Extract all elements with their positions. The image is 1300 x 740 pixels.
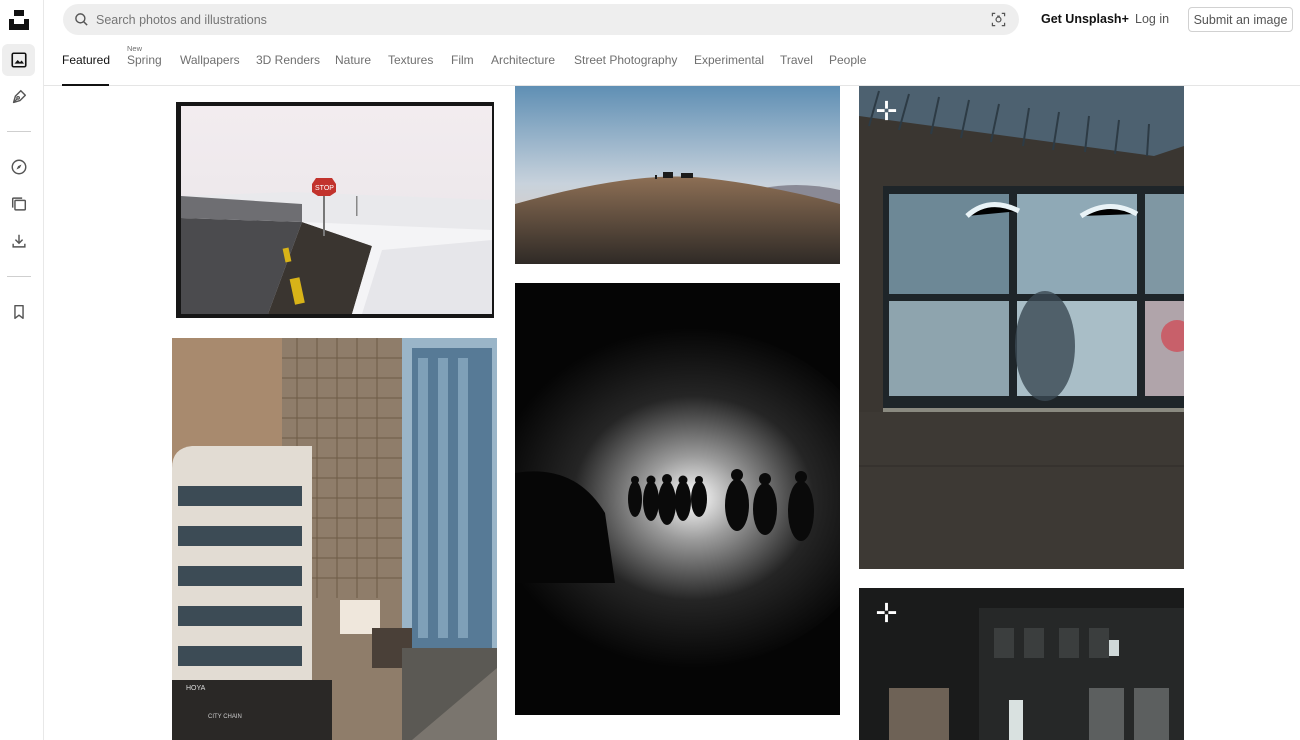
- bookmarks-nav-button[interactable]: [2, 296, 35, 328]
- photos-nav-button[interactable]: [2, 44, 35, 76]
- photo-card[interactable]: [859, 588, 1184, 740]
- collections-icon: [11, 197, 26, 211]
- collections-nav-button[interactable]: [2, 188, 35, 220]
- photo-card[interactable]: HOYA CITY CHAIN: [172, 338, 497, 740]
- photo-card[interactable]: [515, 86, 840, 264]
- photo-card[interactable]: [515, 283, 840, 715]
- rail-divider: [7, 131, 31, 132]
- tab-architecture[interactable]: Architecture: [491, 53, 555, 67]
- bookmark-icon: [13, 304, 24, 320]
- new-badge: New: [127, 44, 143, 53]
- left-rail: [0, 0, 44, 740]
- explore-nav-button[interactable]: [2, 151, 35, 183]
- silhouettes-fog-photo: [515, 283, 840, 715]
- login-link[interactable]: Log in: [1135, 12, 1169, 26]
- unsplash-plus-icon: [876, 100, 897, 121]
- snowy-road-photo: STOP: [176, 102, 494, 318]
- tab-nature[interactable]: Nature: [335, 53, 371, 67]
- photo-card[interactable]: [859, 86, 1184, 569]
- download-icon: [11, 234, 26, 248]
- tab-people[interactable]: People: [829, 53, 866, 67]
- tab-textures[interactable]: Textures: [388, 53, 433, 67]
- search-input[interactable]: [96, 4, 976, 35]
- tab-spring[interactable]: Spring: [127, 53, 162, 67]
- city-buildings-photo: HOYA CITY CHAIN: [172, 338, 497, 740]
- search-bar[interactable]: [63, 4, 1019, 35]
- search-icon[interactable]: [74, 12, 89, 27]
- pen-tool-icon: [12, 89, 26, 104]
- svg-text:STOP: STOP: [315, 185, 334, 192]
- svg-text:CITY CHAIN: CITY CHAIN: [208, 714, 242, 720]
- hilltop-dusk-photo: [515, 86, 840, 264]
- tab-travel[interactable]: Travel: [780, 53, 813, 67]
- photo-icon: [10, 52, 27, 68]
- rail-divider: [7, 276, 31, 277]
- photo-card[interactable]: STOP: [172, 100, 497, 319]
- active-tab-indicator: [62, 84, 109, 86]
- unsplash-logo[interactable]: [9, 10, 29, 30]
- tab-film[interactable]: Film: [451, 53, 474, 67]
- tab-street-photography[interactable]: Street Photography: [574, 53, 677, 67]
- tab-wallpapers[interactable]: Wallpapers: [180, 53, 240, 67]
- svg-text:HOYA: HOYA: [186, 685, 206, 692]
- tab-3d-renders[interactable]: 3D Renders: [256, 53, 320, 67]
- downloads-nav-button[interactable]: [2, 225, 35, 257]
- submit-image-button[interactable]: Submit an image: [1188, 7, 1293, 32]
- night-street-photo: [859, 588, 1184, 740]
- get-unsplash-plus-link[interactable]: Get Unsplash+: [1041, 12, 1129, 26]
- tab-experimental[interactable]: Experimental: [694, 53, 764, 67]
- visual-search-icon[interactable]: [991, 12, 1006, 27]
- unsplash-plus-icon: [876, 602, 897, 623]
- tab-featured[interactable]: Featured: [62, 53, 110, 67]
- compass-icon: [11, 159, 26, 175]
- illustrations-nav-button[interactable]: [2, 81, 35, 113]
- top-header: Get Unsplash+ Log in Submit an image Fea…: [44, 0, 1300, 86]
- office-window-photo: [859, 86, 1184, 569]
